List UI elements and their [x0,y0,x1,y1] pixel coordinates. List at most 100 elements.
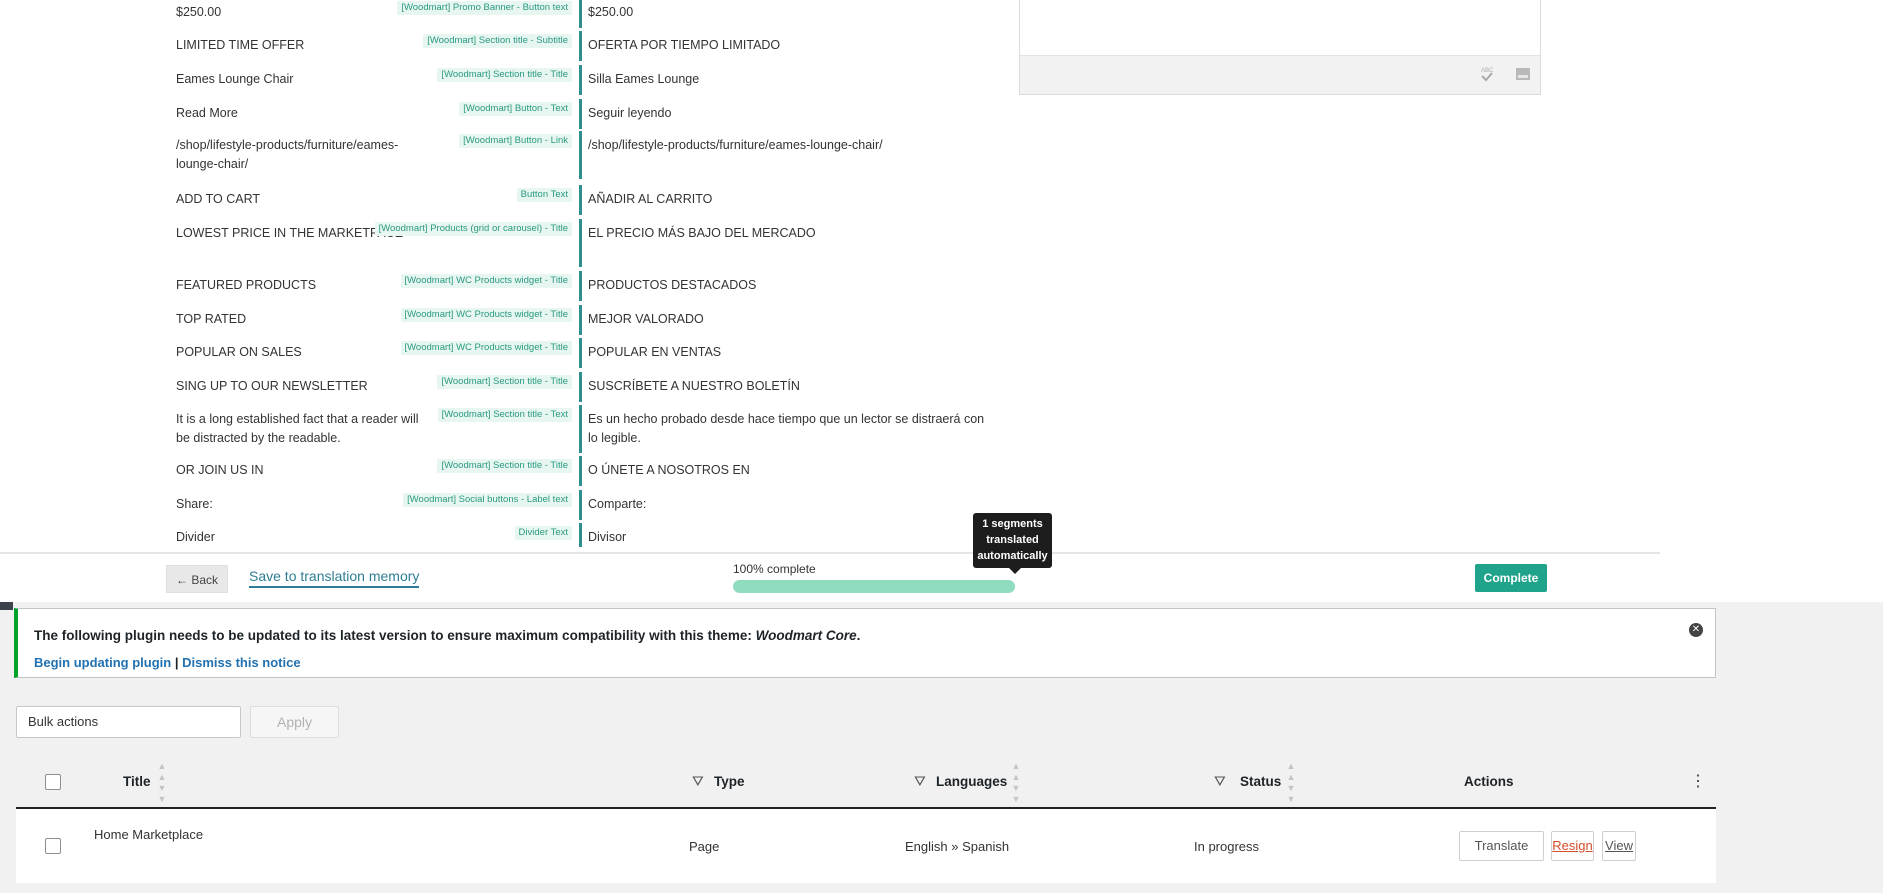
segment-field-tag: [Woodmart] Section title - Title [437,68,572,82]
image-icon[interactable] [1514,65,1532,83]
translation-jobs-table: Title ▲ ▲ ▼ ▼ ⛛ Type ⛛ Languages ▲ ▲ ▼ ▼ ⛛ Sta… [16,757,1716,883]
segment-source: Divider [176,530,215,544]
segment-target[interactable]: MEJOR VALORADO [588,310,988,329]
spellcheck-icon[interactable]: ABC [1478,65,1496,83]
progress-fill [733,580,1015,593]
close-icon[interactable]: ✕ [1689,623,1703,637]
begin-updating-plugin-link[interactable]: Begin updating plugin [34,655,171,670]
filter-icon[interactable]: ⛛ [914,773,926,790]
progress-bar [733,580,1015,593]
segment-target[interactable]: Es un hecho probado desde hace tiempo qu… [588,410,988,447]
segment-source: OR JOIN US IN [176,463,264,477]
apply-button[interactable]: Apply [250,706,339,738]
view-button[interactable]: View [1602,831,1636,861]
segment-source: FEATURED PRODUCTS [176,278,317,292]
segment-field-tag: [Woodmart] Section title - Text [437,408,572,422]
header-actions: Actions [1464,774,1514,789]
segment-field-tag: [Woodmart] Button - Text [459,102,572,116]
filter-icon[interactable]: ⛛ [1214,773,1226,790]
more-options-icon[interactable]: ⋮ [1690,771,1706,791]
segment-field-tag: [Woodmart] Section title - Title [437,459,572,473]
segment-target[interactable]: Divisor [588,528,988,547]
segment-field-tag: [Woodmart] Button - Link [459,134,572,148]
segment-target[interactable]: Comparte: [588,495,988,514]
segment-target[interactable]: SUSCRÍBETE A NUESTRO BOLETÍN [588,377,988,396]
table-row: Home Marketplace Page English » Spanish … [16,809,1716,883]
segment-field-tag: [Woodmart] WC Products widget - Title [400,274,572,288]
segment-source: POPULAR ON SALES [176,345,302,359]
header-status: Status [1240,774,1282,789]
segment-target[interactable]: OFERTA POR TIEMPO LIMITADO [588,36,988,55]
segment-source: Share: [176,497,213,511]
segment-target[interactable]: Silla Eames Lounge [588,70,988,89]
segment-target[interactable]: /shop/lifestyle-products/furniture/eames… [588,136,988,155]
header-type: Type [714,774,745,789]
segment-divider [579,305,582,335]
segment-field-tag: [Woodmart] WC Products widget - Title [400,341,572,355]
segment-field-tag: [Woodmart] Section title - Subtitle [423,34,572,48]
segment-target[interactable]: $250.00 [588,3,988,22]
notice-message: The following plugin needs to be updated… [34,628,860,643]
resign-button[interactable]: Resign [1551,831,1594,861]
row-languages: English » Spanish [905,839,1010,854]
sort-icon[interactable]: ▲ ▲ ▼ ▼ [1011,761,1021,804]
segment-divider [579,185,582,215]
translate-button[interactable]: Translate [1459,831,1544,861]
auto-translated-tooltip: 1 segments translated automatically [973,513,1052,574]
header-languages: Languages [936,774,1008,789]
segment-divider [579,31,582,61]
segment-source: TOP RATED [176,312,247,326]
segment-divider [579,372,582,402]
segment-target[interactable]: EL PRECIO MÁS BAJO DEL MERCADO [588,224,988,243]
sort-icon[interactable]: ▲ ▲ ▼ ▼ [157,761,167,804]
save-to-translation-memory-link[interactable]: Save to translation memory [249,568,420,588]
segment-target[interactable]: Seguir leyendo [588,104,988,123]
notice-links: Begin updating plugin | Dismiss this not… [34,655,301,670]
segment-source: It is a long established fact that a rea… [176,412,419,445]
segment-field-tag: [Woodmart] WC Products widget - Title [400,308,572,322]
segment-field-tag: [Woodmart] Section title - Title [437,375,572,389]
segment-divider [579,405,582,453]
segment-source: Eames Lounge Chair [176,72,294,86]
complete-button[interactable]: Complete [1475,564,1547,592]
row-status: In progress [1194,839,1260,854]
filter-icon[interactable]: ⛛ [692,773,704,790]
select-all-checkbox[interactable] [45,774,61,790]
segment-divider [579,456,582,486]
segment-source: Read More [176,106,238,120]
back-button[interactable]: ← Back [166,565,228,593]
header-title: Title [123,774,151,789]
segment-target[interactable]: POPULAR EN VENTAS [588,343,988,362]
sort-icon[interactable]: ▲ ▲ ▼ ▼ [1286,761,1296,804]
segment-source: ADD TO CART [176,192,261,206]
segment-divider [579,65,582,95]
segment-field-tag: [Woodmart] Promo Banner - Button text [397,1,572,15]
editor-footer: ← Back Save to translation memory 100% c… [0,552,1660,604]
segment-divider [579,219,582,267]
segment-divider [579,131,582,179]
segment-field-tag: Divider Text [514,526,572,540]
segment-divider [579,271,582,301]
row-checkbox[interactable] [45,838,61,854]
dismiss-notice-link[interactable]: Dismiss this notice [182,655,300,670]
segment-field-tag: [Woodmart] Products (grid or carousel) -… [374,222,572,236]
plugin-update-notice: The following plugin needs to be updated… [14,608,1716,678]
notice-period: . [856,628,861,643]
segment-target[interactable]: PRODUCTOS DESTACADOS [588,276,988,295]
segment-divider [579,338,582,368]
segment-target[interactable]: AÑADIR AL CARRITO [588,190,988,209]
notice-separator: | [174,655,179,670]
side-toolbar: ABC [1020,55,1540,94]
segment-divider [579,99,582,129]
row-type: Page [689,839,720,854]
row-title[interactable]: Home Marketplace [94,827,203,842]
notice-plugin-name: Woodmart Core [755,628,857,643]
segment-divider [579,490,582,520]
segment-field-tag: [Woodmart] Social buttons - Label text [403,493,572,507]
bulk-actions-select[interactable]: Bulk actions [16,706,241,738]
progress-label: 100% complete [733,562,816,576]
table-header: Title ▲ ▲ ▼ ▼ ⛛ Type ⛛ Languages ▲ ▲ ▼ ▼ ⛛ Sta… [16,757,1716,809]
segment-target[interactable]: O ÚNETE A NOSOTROS EN [588,461,988,480]
notice-text: The following plugin needs to be updated… [34,628,756,643]
segment-field-tag: Button Text [516,188,572,202]
